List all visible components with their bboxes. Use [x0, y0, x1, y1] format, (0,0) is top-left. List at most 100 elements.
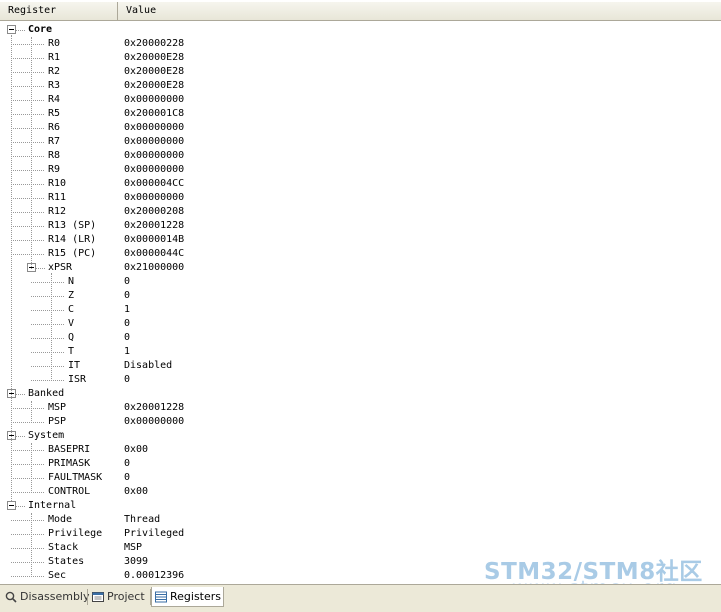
register-value[interactable]: 0: [124, 471, 130, 485]
tab-registers[interactable]: Registers: [151, 587, 224, 607]
project-icon: [92, 592, 104, 602]
register-name: V: [68, 318, 75, 329]
value-column-header[interactable]: Value: [118, 2, 721, 20]
register-value[interactable]: 0x00000000: [124, 149, 184, 163]
register-row[interactable]: MSP 0x20001228: [0, 401, 721, 415]
register-value[interactable]: 0x00000000: [124, 93, 184, 107]
register-value[interactable]: 0x00: [124, 443, 148, 457]
register-name: T: [68, 346, 75, 357]
register-row[interactable]: N0: [0, 275, 721, 289]
register-row[interactable]: R12 0x20000208: [0, 205, 721, 219]
register-value[interactable]: MSP: [124, 541, 142, 555]
tab-project[interactable]: Project: [89, 587, 149, 607]
tree-group-row[interactable]: System: [0, 429, 721, 443]
register-row[interactable]: R7 0x00000000: [0, 135, 721, 149]
tab-label: Registers: [170, 590, 222, 603]
register-row[interactable]: Privilege Privileged: [0, 527, 721, 541]
tree-group-row[interactable]: Internal: [0, 499, 721, 513]
collapse-icon[interactable]: [7, 25, 16, 34]
register-value[interactable]: 0x0000014B: [124, 233, 184, 247]
register-value[interactable]: 0x00000000: [124, 163, 184, 177]
register-value[interactable]: 0x00000000: [124, 191, 184, 205]
register-row[interactable]: ISR 0: [0, 373, 721, 387]
register-value[interactable]: 0x20001228: [124, 401, 184, 415]
register-row[interactable]: R0 0x20000228: [0, 37, 721, 51]
register-value[interactable]: 0x20000208: [124, 205, 184, 219]
register-row[interactable]: BASEPRI 0x00: [0, 443, 721, 457]
register-row[interactable]: Z0: [0, 289, 721, 303]
register-value[interactable]: 0x20000E28: [124, 51, 184, 65]
register-row[interactable]: R9 0x00000000: [0, 163, 721, 177]
register-value[interactable]: 0x00: [124, 485, 148, 499]
register-row[interactable]: R13 (SP) 0x20001228: [0, 219, 721, 233]
tab-label: Project: [107, 590, 145, 603]
tree-group-row[interactable]: Core: [0, 23, 721, 37]
register-value[interactable]: 0x20000228: [124, 37, 184, 51]
register-row[interactable]: IT Disabled: [0, 359, 721, 373]
register-value[interactable]: 0x21000000: [124, 261, 184, 275]
tree-connector: [11, 212, 44, 213]
register-row[interactable]: FAULTMASK 0: [0, 471, 721, 485]
register-row[interactable]: PRIMASK 0: [0, 457, 721, 471]
register-row[interactable]: R10 0x000004CC: [0, 177, 721, 191]
register-value[interactable]: 0x00000000: [124, 121, 184, 135]
tree-connector: [31, 282, 64, 283]
register-row[interactable]: Q0: [0, 331, 721, 345]
register-value[interactable]: 0x00000000: [124, 415, 184, 429]
register-row[interactable]: C1: [0, 303, 721, 317]
register-row[interactable]: V0: [0, 317, 721, 331]
register-value[interactable]: 0: [124, 373, 130, 387]
register-name: PSP: [48, 416, 67, 427]
register-row[interactable]: R2 0x20000E28: [0, 65, 721, 79]
register-row[interactable]: R4 0x00000000: [0, 93, 721, 107]
register-row[interactable]: R14 (LR) 0x0000014B: [0, 233, 721, 247]
register-row[interactable]: Mode Thread: [0, 513, 721, 527]
tree-connector: [31, 513, 32, 577]
tree-group-row[interactable]: xPSR 0x21000000: [0, 261, 721, 275]
tree-connector: [11, 198, 44, 199]
register-row[interactable]: R11 0x00000000: [0, 191, 721, 205]
register-name: Internal: [28, 500, 77, 511]
register-row[interactable]: R6 0x00000000: [0, 121, 721, 135]
register-name: Core: [28, 24, 53, 35]
register-name: R8: [48, 150, 61, 161]
tree-connector: [31, 352, 64, 353]
collapse-icon[interactable]: [7, 501, 16, 510]
tree-connector: [11, 128, 44, 129]
register-value[interactable]: 0x0000044C: [124, 247, 184, 261]
register-value[interactable]: 1: [124, 303, 130, 317]
tree-connector: [16, 394, 25, 395]
register-value[interactable]: 0: [124, 317, 130, 331]
register-value[interactable]: 0x20000E28: [124, 79, 184, 93]
register-value[interactable]: 1: [124, 345, 130, 359]
register-value[interactable]: 0x200001C8: [124, 107, 184, 121]
register-row[interactable]: R15 (PC) 0x0000044C: [0, 247, 721, 261]
tree-group-row[interactable]: Banked: [0, 387, 721, 401]
tree-connector: [31, 296, 64, 297]
register-value[interactable]: 0x20000E28: [124, 65, 184, 79]
register-row[interactable]: R5 0x200001C8: [0, 107, 721, 121]
register-value[interactable]: 0: [124, 331, 130, 345]
register-row[interactable]: T1: [0, 345, 721, 359]
tree-connector: [11, 170, 44, 171]
column-header: Register Value: [0, 2, 721, 21]
register-value[interactable]: 0: [124, 457, 130, 471]
register-column-header[interactable]: Register: [0, 2, 118, 20]
register-row[interactable]: R3 0x20000E28: [0, 79, 721, 93]
register-value[interactable]: 0: [124, 289, 130, 303]
register-value[interactable]: 0: [124, 275, 130, 289]
register-value[interactable]: 0x00000000: [124, 135, 184, 149]
register-value[interactable]: Privileged: [124, 527, 184, 541]
register-value[interactable]: 3099: [124, 555, 148, 569]
tab-disassembly[interactable]: Disassembly: [2, 587, 90, 607]
register-row[interactable]: PSP 0x00000000: [0, 415, 721, 429]
register-row[interactable]: R8 0x00000000: [0, 149, 721, 163]
register-value[interactable]: 0x000004CC: [124, 177, 184, 191]
register-value[interactable]: Thread: [124, 513, 160, 527]
register-value[interactable]: Disabled: [124, 359, 172, 373]
tree-connector: [11, 44, 44, 45]
register-value[interactable]: 0x20001228: [124, 219, 184, 233]
register-value[interactable]: 0.00012396: [124, 569, 184, 583]
register-row[interactable]: R1 0x20000E28: [0, 51, 721, 65]
register-row[interactable]: CONTROL 0x00: [0, 485, 721, 499]
